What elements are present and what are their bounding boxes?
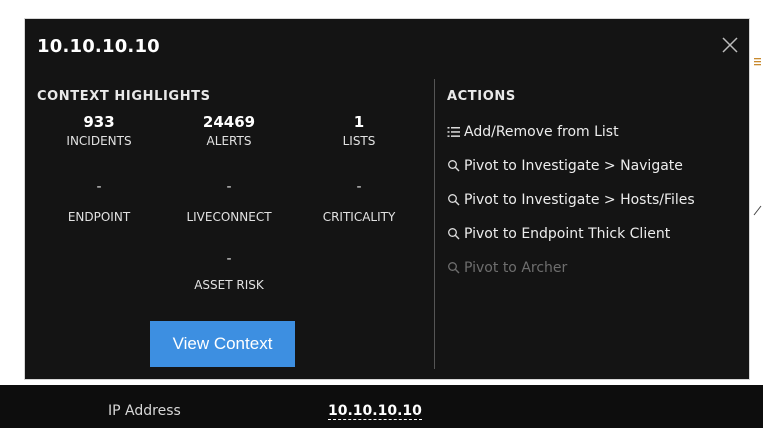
- action-pivot-investigate-navigate[interactable]: Pivot to Investigate > Navigate: [447, 149, 695, 183]
- action-label: Pivot to Archer: [464, 260, 568, 276]
- stat-label: ALERTS: [206, 134, 252, 148]
- ip-address-label: IP Address: [108, 403, 181, 419]
- action-label: Add/Remove from List: [464, 124, 619, 140]
- section-divider: [434, 79, 435, 369]
- stat-value: 933: [83, 113, 115, 131]
- underlying-content-edge: [753, 58, 762, 216]
- actions-list: Add/Remove from List Pivot to Investigat…: [447, 115, 695, 285]
- stat-label: ENDPOINT: [67, 210, 131, 224]
- action-label: Pivot to Investigate > Hosts/Files: [464, 192, 695, 208]
- popup-title: 10.10.10.10: [37, 36, 160, 57]
- close-button[interactable]: [718, 33, 742, 57]
- context-tooltip-popup: 10.10.10.10 CONTEXT HIGHLIGHTS 933 INCID…: [24, 18, 750, 380]
- stat-value: 1: [353, 113, 365, 131]
- stat-liveconnect: - LIVECONNECT: [169, 179, 289, 225]
- stat-label: INCIDENTS: [66, 134, 132, 148]
- search-icon: [447, 261, 461, 275]
- context-highlights-heading: CONTEXT HIGHLIGHTS: [37, 89, 211, 104]
- stat-value: -: [356, 179, 362, 195]
- action-add-remove-from-list[interactable]: Add/Remove from List: [447, 115, 695, 149]
- search-icon: [447, 227, 461, 241]
- ip-address-value[interactable]: 10.10.10.10: [328, 403, 422, 420]
- stat-label: ASSET RISK: [194, 278, 264, 292]
- action-pivot-archer: Pivot to Archer: [447, 251, 695, 285]
- stat-endpoint: - ENDPOINT: [39, 179, 159, 225]
- stat-value: -: [96, 179, 102, 195]
- stat-alerts[interactable]: 24469 ALERTS: [169, 113, 289, 149]
- search-icon: [447, 193, 461, 207]
- stat-criticality: - CRITICALITY: [299, 179, 419, 225]
- actions-heading: ACTIONS: [447, 89, 516, 104]
- list-icon: [447, 125, 461, 139]
- stat-label: LISTS: [342, 134, 376, 148]
- search-icon: [447, 159, 461, 173]
- close-icon: [722, 37, 738, 53]
- action-pivot-investigate-hosts-files[interactable]: Pivot to Investigate > Hosts/Files: [447, 183, 695, 217]
- stat-value: 24469: [202, 113, 256, 131]
- action-label: Pivot to Investigate > Navigate: [464, 158, 683, 174]
- stat-incidents[interactable]: 933 INCIDENTS: [39, 113, 159, 149]
- action-pivot-endpoint-thick-client[interactable]: Pivot to Endpoint Thick Client: [447, 217, 695, 251]
- view-context-button[interactable]: View Context: [150, 321, 295, 367]
- action-label: Pivot to Endpoint Thick Client: [464, 226, 671, 242]
- stat-asset-risk: - ASSET RISK: [169, 251, 289, 293]
- screen: 10.10.10.10 CONTEXT HIGHLIGHTS 933 INCID…: [0, 0, 763, 428]
- stat-label: LIVECONNECT: [186, 210, 272, 224]
- stat-label: CRITICALITY: [322, 210, 396, 224]
- stat-lists[interactable]: 1 LISTS: [299, 113, 419, 149]
- stat-value: -: [226, 251, 232, 267]
- stat-value: -: [226, 179, 232, 195]
